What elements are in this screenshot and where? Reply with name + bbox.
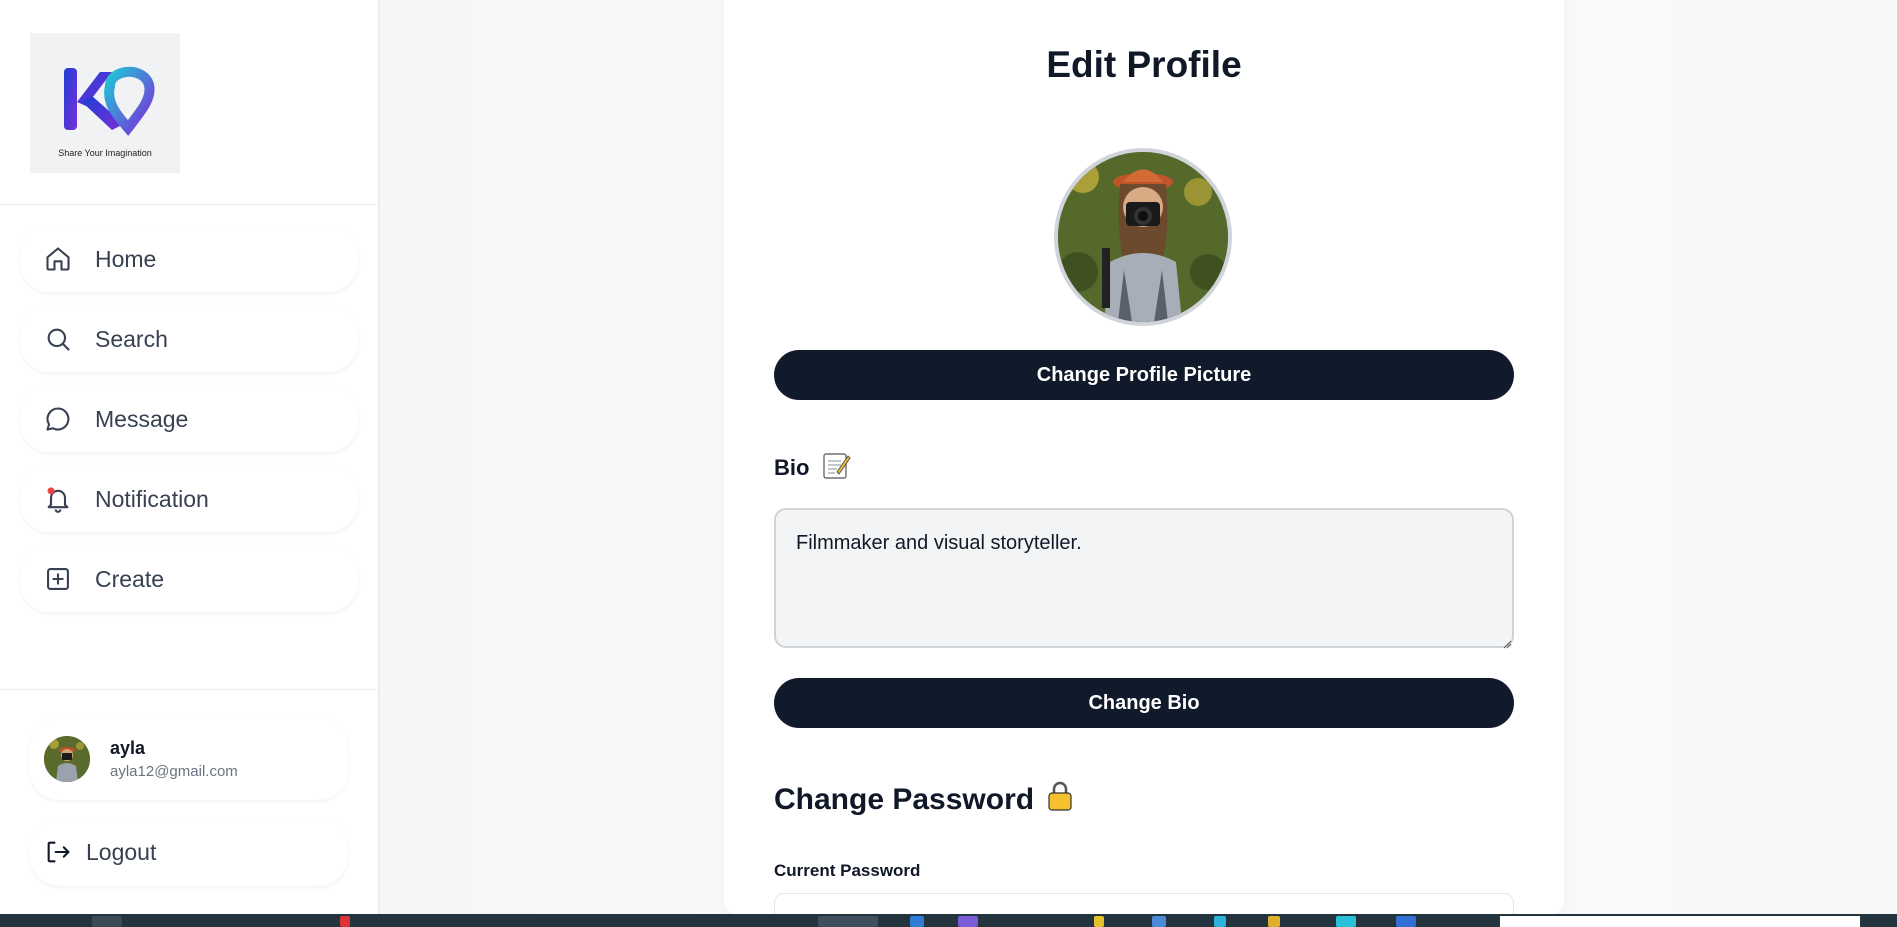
taskbar-app-icon[interactable] [1268,916,1280,927]
current-password-label: Current Password [774,861,921,880]
sidebar-item-search[interactable]: Search [20,306,358,372]
user-email: ayla12@gmail.com [110,763,238,780]
user-name: ayla [110,738,146,758]
taskbar-app-icon[interactable] [1396,916,1416,927]
resize-handle-icon[interactable] [1502,636,1560,910]
lock-icon [1046,780,1074,820]
sidebar-divider [0,689,379,690]
logout-label: Logout [86,838,157,865]
taskbar-app-icon[interactable] [340,916,350,927]
logo-mark-icon [64,66,155,136]
sidebar-nav: Home Search Message Notification Create [20,226,358,626]
app-logo[interactable]: Share Your Imagination [30,33,180,173]
taskbar-tray-area [1500,916,1860,927]
taskbar-app-icon[interactable] [1152,916,1166,927]
page-title: Edit Profile [1046,44,1242,85]
sidebar-item-label: Search [95,325,168,352]
home-icon [44,245,72,273]
memo-icon [821,450,852,486]
logout-icon [44,838,72,866]
search-icon [44,325,72,353]
profile-picture [1054,148,1232,326]
bio-label: Bio [774,455,810,480]
bio-textarea[interactable]: Filmmaker and visual storyteller. [774,508,1514,648]
taskbar-app-icon[interactable] [1094,916,1104,927]
sidebar: Share Your Imagination Home Search Messa… [0,0,379,914]
logo-tagline: Share Your Imagination [58,148,152,158]
taskbar-active-app-icon[interactable] [818,916,878,927]
sidebar-item-label: Message [95,405,189,432]
sidebar-item-message[interactable]: Message [20,386,358,452]
taskbar-app-icon[interactable] [1336,916,1356,927]
taskbar-app-icon[interactable] [958,916,978,927]
change-password-title: Change Password [774,783,1035,816]
logout-button[interactable]: Logout [30,818,348,886]
sidebar-item-label: Home [95,245,157,272]
sidebar-item-label: Create [95,565,165,592]
taskbar-app-icon[interactable] [910,916,924,927]
avatar [44,736,90,782]
sidebar-divider [0,204,379,205]
taskbar-app-icon[interactable] [1214,916,1226,927]
sidebar-item-notification[interactable]: Notification [20,466,358,532]
change-bio-button[interactable]: Change Bio [774,678,1514,728]
taskbar-widget-icon[interactable] [92,916,122,927]
message-icon [44,405,72,433]
bio-heading: Bio [774,450,852,486]
change-profile-picture-button[interactable]: Change Profile Picture [774,350,1514,400]
edit-profile-panel: Edit Profile Change Profile Picture Bio [724,0,1564,927]
sidebar-item-create[interactable]: Create [20,546,358,612]
user-profile-card[interactable]: ayla ayla12@gmail.com [30,718,348,800]
sidebar-item-home[interactable]: Home [20,226,358,292]
sidebar-item-label: Notification [95,485,209,512]
plus-square-icon [44,565,72,593]
os-taskbar [0,914,1897,927]
change-password-heading: Change Password [774,780,1074,820]
bell-icon [44,485,72,513]
